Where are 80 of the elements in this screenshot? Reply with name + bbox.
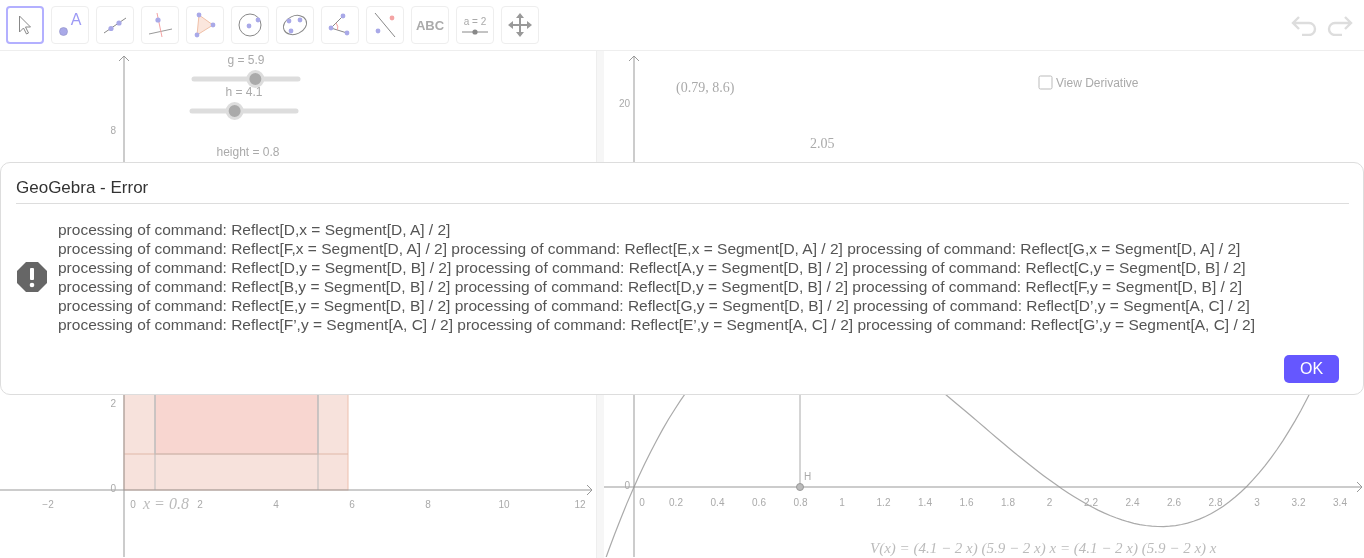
axis-label: 0: [624, 480, 630, 491]
axis-label: 20: [618, 98, 630, 109]
angle-tool-button[interactable]: [321, 6, 359, 44]
point-label: H: [804, 471, 812, 482]
four-way-arrow-icon: [508, 13, 532, 37]
angle-icon: [328, 13, 352, 37]
axis-label: 0: [130, 499, 136, 510]
axis-label: 2: [1046, 497, 1053, 508]
axis-label: 12: [574, 499, 586, 510]
axis-label: 0.2: [669, 497, 683, 508]
line-and-points-icon: [373, 12, 397, 38]
axis-label: 0.8: [793, 497, 808, 508]
slider[interactable]: [189, 102, 299, 120]
axis-label: 3.2: [1291, 497, 1306, 508]
point-coordinates: (0.79, 8.6): [676, 80, 735, 95]
cursor-icon: [17, 15, 33, 35]
point[interactable]: [796, 483, 804, 491]
dialog-title: GeoGebra - Error: [16, 177, 149, 199]
error-message-line: processing of command: Reflect[E,y = Segment[D, B] / 2] processing of command: Reflect[G,y = Segment[D, B] / 2] processing of command: Reflect[D’,y = Segment[A, C] / 2]: [58, 296, 1250, 315]
value-label: 2.05: [810, 136, 835, 151]
axis-label: 1.2: [876, 497, 891, 508]
axis-label: 8: [425, 499, 431, 510]
slider-icon: [462, 28, 488, 35]
ok-button[interactable]: OK: [1284, 355, 1339, 383]
error-message-line: processing of command: Reflect[B,y = Segment[D, B] / 2] processing of command: Reflect[D,y = Segment[D, B] / 2] processing of command: Reflect[F,y = Segment[D, B] / 2]: [58, 277, 1243, 296]
axis-label: 2.2: [1084, 497, 1098, 508]
axis-label: 2.8: [1208, 497, 1223, 508]
axis-label: 4: [273, 499, 279, 510]
polygon-tool-button[interactable]: [186, 6, 224, 44]
error-icon: [16, 261, 48, 293]
error-message-line: processing of command: Reflect[D,y = Segment[D, B] / 2] processing of command: Reflect[A,y = Segment[D, B] / 2] processing of command: Reflect[C,y = Segment[D, B] / 2]: [58, 258, 1246, 277]
move-view-tool-button[interactable]: [501, 6, 539, 44]
slider-label: height = 0.8: [216, 145, 280, 159]
slider-tool-button[interactable]: a = 2: [456, 6, 494, 44]
axis-label: 3.4: [1333, 497, 1347, 508]
move-tool-button[interactable]: [6, 6, 44, 44]
perpendicular-lines-icon: [147, 12, 173, 38]
redo-icon[interactable]: [1326, 14, 1354, 36]
slider-thumb[interactable]: [225, 102, 244, 120]
circle-tool-button[interactable]: [231, 6, 269, 44]
axis-label: 1.8: [1001, 497, 1015, 508]
error-message-line: processing of command: Reflect[F,x = Segment[D, A] / 2] processing of command: Reflect[E,x = Segment[D, A] / 2] processing of command: Reflect[G,x = Segment[D, A] / 2]: [58, 239, 1241, 258]
line-tool-button[interactable]: [96, 6, 134, 44]
axis-label: 1.6: [959, 497, 974, 508]
error-message-line: processing of command: Reflect[F’,y = Segment[A, C] / 2] processing of command: Reflect[E’,y = Segment[A, C] / 2] processing of command: Reflect[G’,y = Segment[A, C] / 2]: [58, 315, 1256, 334]
ellipse-icon: [281, 13, 309, 37]
circle-icon: [237, 12, 263, 38]
axis-label: 8: [110, 125, 116, 136]
slider-label: h = 4.1: [225, 85, 263, 99]
triangle-icon: [193, 12, 217, 38]
slider-label: g = 5.9: [227, 53, 265, 67]
axis-label: 3: [1254, 497, 1260, 508]
axis-label: 10: [498, 499, 510, 510]
point-tool-button[interactable]: A: [51, 6, 89, 44]
axis-label: 2.4: [1125, 497, 1140, 508]
slider-thumb[interactable]: [246, 70, 265, 88]
axis-label: 2.6: [1167, 497, 1181, 508]
error-message-line: processing of command: Reflect[D,x = Segment[D, A] / 2]: [58, 220, 451, 239]
line-icon: [101, 15, 129, 35]
line-label: x = 0.8: [143, 495, 189, 512]
axis-label: 0.4: [710, 497, 725, 508]
axis-label: 6: [349, 499, 355, 510]
axis-label: 2: [110, 398, 116, 409]
axis-label: 0: [639, 497, 645, 508]
conic-tool-button[interactable]: [276, 6, 314, 44]
axis-label: 2: [197, 499, 203, 510]
axis-label: 1.4: [918, 497, 932, 508]
checkbox[interactable]: [1038, 75, 1053, 90]
perpendicular-tool-button[interactable]: [141, 6, 179, 44]
axis-label: 1: [839, 497, 845, 508]
undo-icon[interactable]: [1290, 14, 1318, 36]
slider[interactable]: [191, 70, 301, 88]
function-label: V(x) = (4.1 − 2 x) (5.9 − 2 x) x = (4.1 − 2 x) (5.9 − 2 x) x: [870, 540, 1217, 556]
text-tool-button[interactable]: ABC: [411, 6, 449, 44]
axis-label: 0.6: [752, 497, 766, 508]
reflect-tool-button[interactable]: [366, 6, 404, 44]
point-icon: [58, 27, 68, 36]
checkbox-label[interactable]: View Derivative: [1056, 76, 1139, 90]
axis-label: 0: [110, 483, 116, 494]
axis-label: −2: [42, 499, 54, 510]
